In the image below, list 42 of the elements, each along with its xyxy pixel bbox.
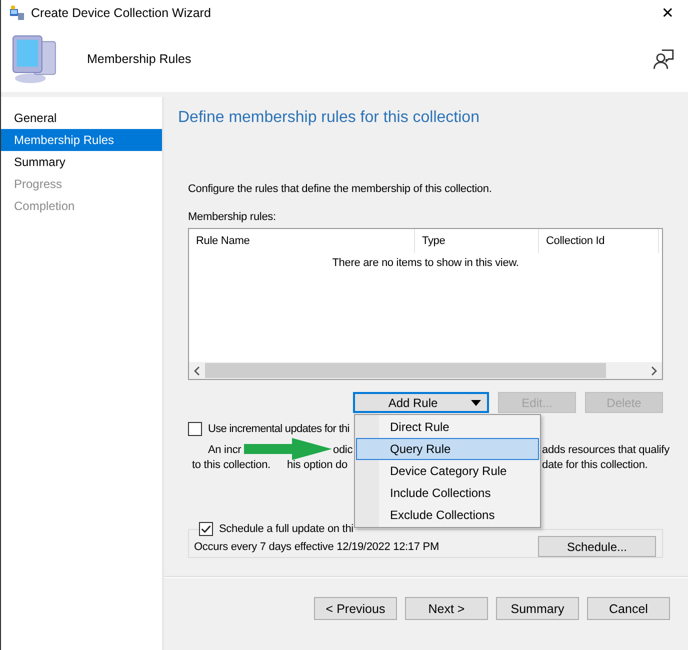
- wizard-button[interactable]: Cancel: [587, 597, 670, 620]
- section-heading: Define membership rules for this collection: [178, 109, 480, 127]
- wizard-button[interactable]: < Previous: [314, 597, 397, 620]
- intro-text: Configure the rules that define the membership of this collection.: [188, 183, 493, 195]
- page-title: Membership Rules: [87, 52, 192, 66]
- arrow-icon: [244, 438, 332, 460]
- checkbox-label: Schedule a full update on thi: [219, 523, 354, 535]
- wizard-icon: [9, 5, 25, 21]
- schedule-summary: Occurs every 7 days effective 12/19/2022 12:17 PM: [194, 540, 439, 552]
- person-chat-icon[interactable]: [652, 48, 674, 70]
- description-text: to this collection.: [192, 459, 270, 471]
- description-text: An incr: [208, 444, 242, 456]
- column-header[interactable]: Collection Id: [539, 229, 659, 253]
- column-header[interactable]: Rule Name: [189, 229, 415, 253]
- add-rule-dropdown[interactable]: Add Rule: [353, 392, 489, 413]
- menu-item[interactable]: Device Category Rule: [356, 460, 539, 482]
- schedule-button[interactable]: Schedule...: [538, 536, 656, 557]
- menu-item[interactable]: Query Rule: [356, 438, 539, 460]
- sidebar-item[interactable]: Summary: [1, 151, 162, 173]
- checkbox-label: Use incremental updates for thi: [208, 423, 350, 435]
- horizontal-scrollbar[interactable]: [189, 362, 662, 379]
- checkbox[interactable]: [188, 422, 202, 436]
- description-text: odic: [333, 444, 353, 456]
- sidebar-item[interactable]: Membership Rules: [1, 129, 162, 151]
- scroll-right-icon[interactable]: [651, 366, 657, 376]
- caret-icon: [471, 400, 481, 406]
- description-text: date for this collection.: [542, 459, 648, 471]
- scroll-left-icon[interactable]: [194, 366, 200, 376]
- menu-item[interactable]: Exclude Collections: [356, 504, 539, 526]
- list-label: Membership rules:: [188, 211, 277, 223]
- menu-item[interactable]: Direct Rule: [356, 416, 539, 438]
- close-button[interactable]: ✕: [655, 4, 680, 22]
- empty-message: There are no items to show in this view.: [331, 257, 520, 271]
- wizard-button[interactable]: Summary: [496, 597, 579, 620]
- description-text: his option do: [287, 459, 348, 471]
- menu-item[interactable]: Include Collections: [356, 482, 539, 504]
- window-title: Create Device Collection Wizard: [31, 6, 212, 20]
- checkbox[interactable]: [199, 522, 213, 536]
- wizard-button[interactable]: Next >: [405, 597, 488, 620]
- description-text: adds resources that qualify: [542, 444, 670, 456]
- sidebar-item[interactable]: General: [1, 107, 162, 129]
- column-header[interactable]: Type: [415, 229, 539, 253]
